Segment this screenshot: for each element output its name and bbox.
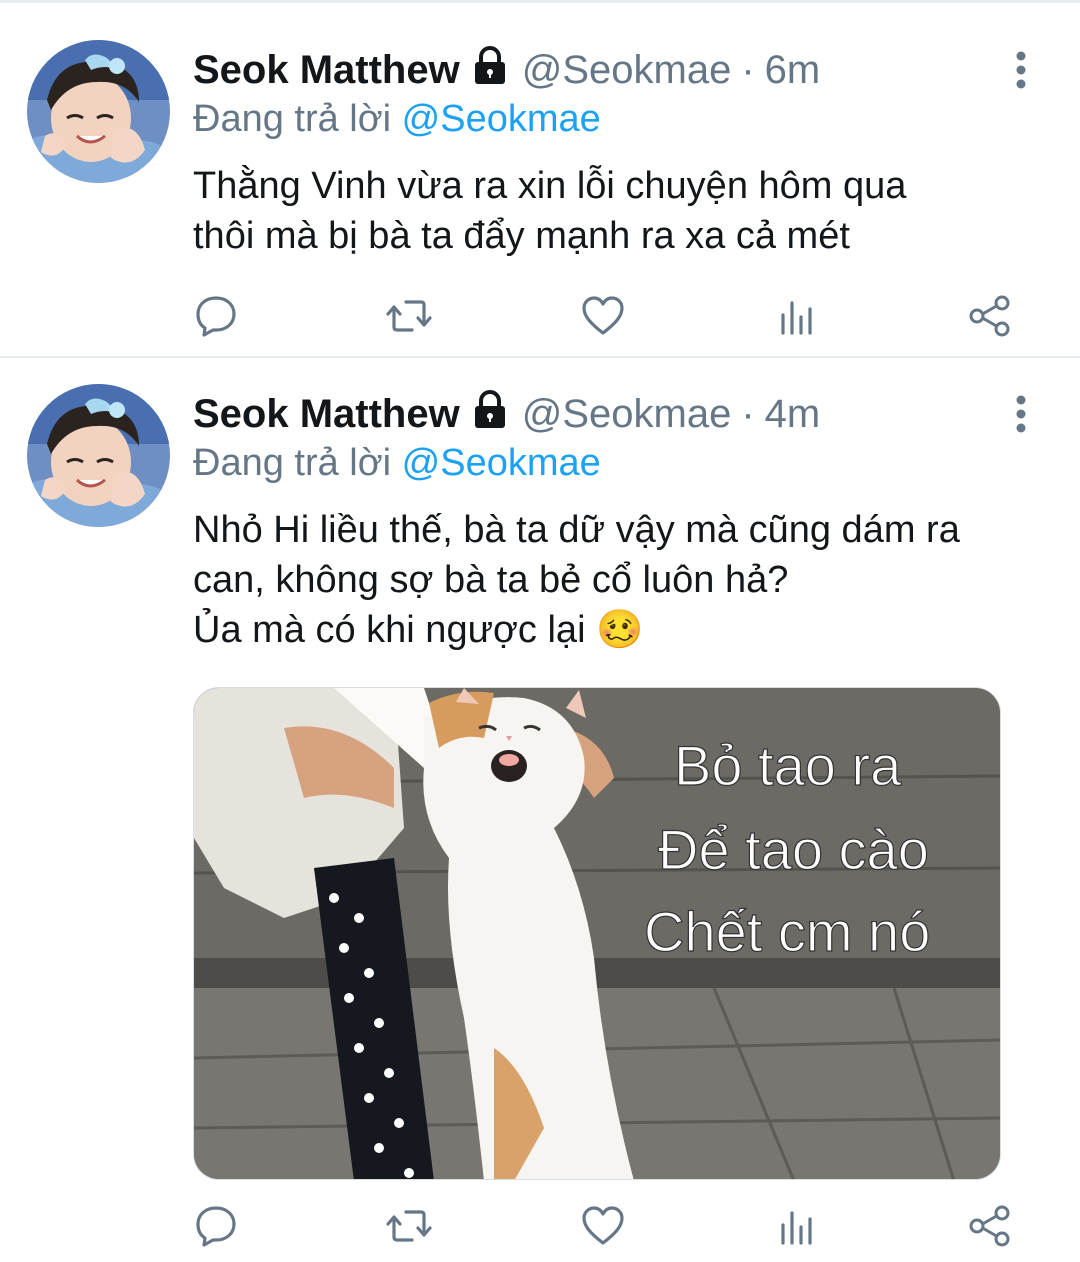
meme-caption-line: Chết cm nó: [644, 900, 930, 963]
avatar[interactable]: [27, 384, 170, 527]
tweet-text-line: can, không sợ bà ta bẻ cổ luôn hả?: [193, 559, 789, 601]
retweet-icon[interactable]: [386, 1203, 432, 1249]
tweet[interactable]: Seok Matthew @Seokmae · 4m Đang trả lời …: [0, 358, 1080, 1262]
reply-icon[interactable]: [193, 1203, 239, 1249]
tweet-actions: [0, 293, 1080, 343]
author-handle[interactable]: @Seokmae: [522, 48, 732, 93]
meme-caption-line: Bỏ tao ra: [674, 734, 902, 797]
author-name[interactable]: Seok Matthew: [193, 392, 460, 437]
reply-mention-link[interactable]: @Seokmae: [402, 442, 601, 484]
tweet-text-line: Thằng Vinh vừa ra xin lỗi chuyện hôm qua: [193, 165, 907, 207]
replying-to: Đang trả lời @Seokmae: [193, 442, 601, 485]
replying-to-label: Đang trả lời: [193, 442, 392, 484]
lock-icon: [470, 389, 510, 439]
timestamp[interactable]: 4m: [765, 392, 821, 437]
replying-to-label: Đang trả lời: [193, 98, 392, 140]
meme-image: Bỏ tao ra Để tao cào Chết cm nó: [194, 688, 1000, 1179]
tweet-text: Thằng Vinh vừa ra xin lỗi chuyện hôm qua…: [193, 161, 1053, 261]
separator-dot: ·: [741, 391, 755, 436]
avatar[interactable]: [27, 40, 170, 183]
tweet-text: Nhỏ Hi liều thế, bà ta dữ vậy mà cũng dá…: [193, 505, 1053, 655]
tweet[interactable]: Seok Matthew @Seokmae · 6m Đang trả lời …: [0, 0, 1080, 356]
reply-mention-link[interactable]: @Seokmae: [402, 98, 601, 140]
lock-icon: [470, 45, 510, 95]
meme-caption-line: Để tao cào: [658, 818, 929, 881]
more-vertical-icon[interactable]: [1004, 394, 1038, 434]
retweet-icon[interactable]: [386, 293, 432, 339]
tweet-header: Seok Matthew @Seokmae · 6m: [193, 42, 820, 98]
share-icon[interactable]: [967, 1203, 1013, 1249]
author-name[interactable]: Seok Matthew: [193, 48, 460, 93]
profile-photo: [27, 40, 170, 183]
tweet-media-image[interactable]: Bỏ tao ra Để tao cào Chết cm nó: [193, 687, 1001, 1180]
tweet-text-line: Nhỏ Hi liều thế, bà ta dữ vậy mà cũng dá…: [193, 509, 960, 551]
tweet-header: Seok Matthew @Seokmae · 4m: [193, 386, 820, 442]
replying-to: Đang trả lời @Seokmae: [193, 98, 601, 141]
tweet-text-line: thôi mà bị bà ta đẩy mạnh ra xa cả mét: [193, 215, 850, 257]
timestamp[interactable]: 6m: [765, 48, 821, 93]
tweet-text-line: Ủa mà có khi ngược lại 🥴: [193, 609, 644, 651]
more-vertical-icon[interactable]: [1004, 50, 1038, 90]
analytics-icon[interactable]: [773, 1203, 819, 1249]
tweet-actions: [0, 1203, 1080, 1253]
share-icon[interactable]: [967, 293, 1013, 339]
reply-icon[interactable]: [193, 293, 239, 339]
like-icon[interactable]: [580, 1203, 626, 1249]
analytics-icon[interactable]: [773, 293, 819, 339]
like-icon[interactable]: [580, 293, 626, 339]
profile-photo: [27, 384, 170, 527]
author-handle[interactable]: @Seokmae: [522, 392, 732, 437]
separator-dot: ·: [741, 47, 755, 92]
